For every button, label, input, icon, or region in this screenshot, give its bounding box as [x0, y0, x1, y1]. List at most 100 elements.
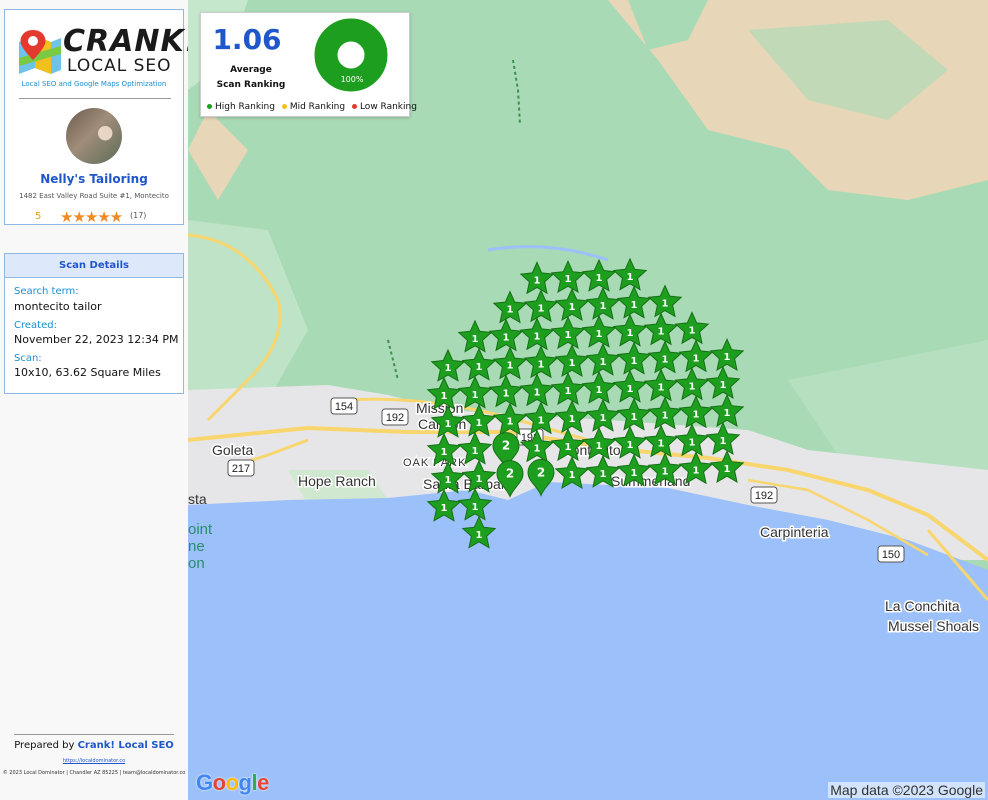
- rank-number: 1: [538, 415, 545, 426]
- map-label: on: [188, 555, 205, 572]
- route-shield: 192: [381, 408, 409, 426]
- route-shield: 150: [877, 545, 905, 563]
- prepared-by: Prepared by Crank! Local SEO: [0, 740, 188, 751]
- rank-number: 1: [662, 299, 669, 310]
- rank-number: 1: [569, 302, 576, 313]
- rank-number: 1: [569, 470, 576, 481]
- rank-number: 1: [600, 413, 607, 424]
- map-label: Hope Ranch: [298, 473, 376, 489]
- legend-high: High Ranking: [207, 102, 275, 112]
- rank-number: 1: [472, 334, 479, 345]
- rank-number: 1: [658, 327, 665, 338]
- rank-number: 1: [445, 363, 452, 374]
- rank-number: 1: [600, 469, 607, 480]
- rank-number: 1: [565, 442, 572, 453]
- rank-number: 1: [693, 353, 700, 364]
- rank-number: 1: [658, 383, 665, 394]
- rank-number: 1: [627, 384, 634, 395]
- route-shield-number: 192: [755, 490, 773, 502]
- rank-number: 1: [627, 328, 634, 339]
- legend-low: Low Ranking: [351, 102, 417, 112]
- ranking-legend: High Ranking Mid Ranking Low Ranking: [207, 102, 421, 112]
- rank-number: 1: [724, 352, 731, 363]
- rank-number: 1: [476, 418, 483, 429]
- rank-number: 1: [689, 437, 696, 448]
- rank-number: 1: [596, 441, 603, 452]
- rank-number: 1: [627, 272, 634, 283]
- prepared-by-link[interactable]: Crank! Local SEO: [78, 740, 174, 751]
- rank-number: 1: [596, 329, 603, 340]
- rank-number: 1: [627, 440, 634, 451]
- review-count: (17): [130, 211, 147, 220]
- legend-label: Low Ranking: [359, 102, 417, 112]
- map-label: Summerland: [611, 473, 690, 489]
- legend-dot-mid: [281, 104, 287, 109]
- route-shield-number: 154: [335, 401, 353, 413]
- route-shield-number: 217: [232, 463, 250, 475]
- scan-details-title: Scan Details: [5, 254, 183, 278]
- rank-number: 1: [507, 361, 514, 372]
- map-label: sta: [188, 491, 207, 507]
- rank-number: 1: [472, 390, 479, 401]
- rank-number: 1: [445, 475, 452, 486]
- rank-number: 1: [724, 408, 731, 419]
- rank-number: 1: [631, 300, 638, 311]
- rank-number: 1: [631, 412, 638, 423]
- rank-number: 1: [565, 386, 572, 397]
- rank-number: 2: [537, 465, 545, 479]
- rank-number: 1: [503, 389, 510, 400]
- average-rank-value: 1.06: [212, 23, 282, 56]
- map-label: Goleta: [212, 442, 253, 458]
- average-label-line1: Average: [230, 65, 272, 75]
- map-label: Carpinteria: [760, 524, 829, 540]
- footer-divider: [14, 734, 174, 735]
- sidebar: CRANK! LOCAL SEO Local SEO and Google Ma…: [0, 0, 198, 800]
- logo-subwordmark: LOCAL SEO: [67, 56, 172, 76]
- map-label: La Conchita: [885, 598, 960, 614]
- rank-number: 1: [569, 414, 576, 425]
- divider: [19, 98, 171, 99]
- rank-number: 1: [441, 447, 448, 458]
- ranking-donut-chart: 100%: [314, 18, 388, 92]
- rank-number: 1: [693, 465, 700, 476]
- footer-url-link[interactable]: https://localdominator.co: [0, 758, 188, 764]
- ranking-summary-panel: 1.06 Average Scan Ranking 100% High Rank…: [200, 12, 417, 117]
- rank-number: 1: [724, 464, 731, 475]
- created-label: Created:: [14, 320, 57, 331]
- rank-number: 1: [689, 381, 696, 392]
- legend-dot-low: [351, 104, 357, 109]
- route-shield: 192: [750, 486, 778, 504]
- rank-number: 1: [534, 387, 541, 398]
- map-attribution[interactable]: Map data ©2023 Google: [828, 782, 985, 798]
- map-canvas[interactable]: Goleta Hope Ranch Mission Canyon OAK PAR…: [188, 0, 988, 800]
- route-shield: 154: [330, 397, 358, 415]
- route-shield-number: 192: [386, 412, 404, 424]
- business-name: Nelly's Tailoring: [40, 172, 148, 186]
- scan-details-card: Scan Details Search term: montecito tail…: [4, 253, 184, 394]
- rank-number: 1: [658, 439, 665, 450]
- tagline: Local SEO and Google Maps Optimization: [21, 80, 167, 88]
- business-avatar: [66, 108, 122, 164]
- rank-number: 2: [502, 439, 510, 453]
- rating-value: 5: [35, 211, 42, 222]
- rank-number: 1: [600, 357, 607, 368]
- rating-stars-icon: ★★★★★: [60, 208, 123, 226]
- scan-label: Scan:: [14, 353, 42, 364]
- rank-number: 1: [720, 436, 727, 447]
- rank-number: 1: [472, 446, 479, 457]
- scan-value: 10x10, 63.62 Square Miles: [14, 366, 161, 379]
- google-logo: Google: [196, 770, 269, 795]
- map-label: oint: [188, 521, 213, 538]
- rank-number: 1: [472, 502, 479, 513]
- rank-number: 1: [534, 331, 541, 342]
- rank-number: 1: [565, 274, 572, 285]
- rank-number: 1: [441, 503, 448, 514]
- legend-label: Mid Ranking: [289, 102, 346, 112]
- map-label: ne: [188, 538, 205, 555]
- donut-percent-label: 100%: [341, 75, 364, 84]
- rank-number: 1: [693, 409, 700, 420]
- rank-number: 1: [689, 325, 696, 336]
- rank-number: 1: [503, 333, 510, 344]
- logo-wordmark: CRANK!: [63, 24, 200, 59]
- rank-number: 2: [506, 467, 514, 481]
